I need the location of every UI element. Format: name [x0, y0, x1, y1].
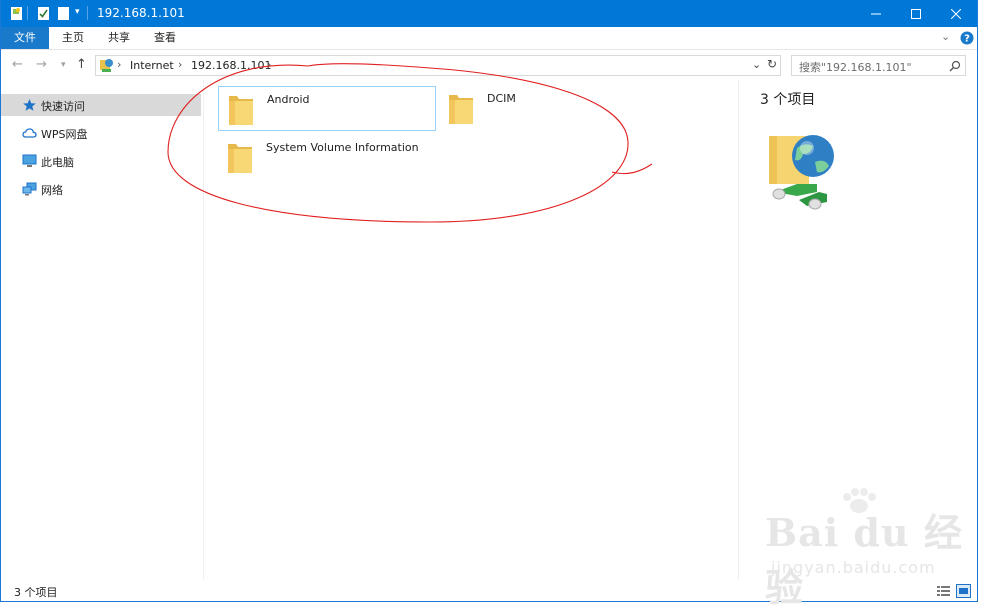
search-placeholder: 搜索"192.168.1.101" [799, 61, 912, 74]
minimize-icon [871, 13, 881, 14]
network-location-icon [100, 59, 113, 72]
window-title: 192.168.1.101 [97, 6, 185, 20]
status-item-count: 3 个项目 [14, 586, 58, 599]
ribbon-tabs: 文件 主页 共享 查看 ⌄ ? [1, 27, 977, 50]
folder-item-android[interactable]: Android [218, 86, 436, 131]
ribbon-expand-icon[interactable]: ⌄ [941, 30, 950, 43]
folder-name: DCIM [487, 92, 516, 105]
details-view-icon[interactable] [937, 586, 950, 597]
address-bar[interactable]: › Internet › 192.168.1.101 › ⌄ ↻ [95, 55, 781, 76]
nav-label: 快速访问 [41, 100, 85, 113]
network-icon [22, 182, 37, 196]
tab-view[interactable]: 查看 [145, 27, 185, 49]
star-icon [23, 99, 36, 111]
file-list: Android DCIM System Volume Information [205, 80, 737, 580]
up-button[interactable]: ↑ [76, 57, 87, 72]
navigation-pane: 快速访问 WPS网盘 此电脑 网络 [1, 80, 204, 580]
folder-icon [449, 95, 473, 124]
close-button[interactable] [939, 0, 973, 27]
explorer-window: ▾ 192.168.1.101 文件 主页 共享 查看 ⌄ ? ← → ▾ ↑ [0, 0, 978, 602]
refresh-icon[interactable]: ↻ [767, 57, 777, 71]
forward-button[interactable]: → [36, 57, 47, 72]
qat-divider [87, 6, 88, 20]
tab-file[interactable]: 文件 [1, 27, 49, 49]
cloud-icon [22, 128, 37, 138]
breadcrumb-separator-icon: › [267, 58, 272, 71]
qat-divider [27, 6, 28, 20]
tab-share[interactable]: 共享 [99, 27, 139, 49]
qat-dropdown-icon[interactable]: ▾ [75, 7, 80, 17]
tab-home[interactable]: 主页 [53, 27, 93, 49]
nav-label: 此电脑 [41, 156, 74, 169]
breadcrumb-separator-icon: › [178, 58, 183, 71]
maximize-icon [911, 8, 921, 19]
details-pane: 3 个项目 [738, 80, 977, 580]
help-icon[interactable]: ? [960, 31, 974, 45]
details-item-count: 3 个项目 [760, 92, 816, 108]
computer-icon [22, 154, 37, 167]
address-history-icon[interactable]: ⌄ [752, 58, 761, 71]
nav-item-wps-drive[interactable]: WPS网盘 [1, 122, 201, 144]
search-icon[interactable] [949, 60, 961, 72]
folder-icon [229, 96, 253, 125]
breadcrumb-separator-icon: › [117, 58, 122, 71]
folder-name: Android [267, 93, 310, 106]
app-icon [11, 7, 22, 20]
search-box[interactable]: 搜索"192.168.1.101" [791, 55, 966, 76]
status-bar: 3 个项目 [1, 580, 977, 601]
minimize-button[interactable] [859, 0, 893, 27]
navigation-row: ← → ▾ ↑ › Internet › 192.168.1.101 › ⌄ ↻… [1, 50, 977, 80]
nav-label: 网络 [41, 184, 63, 197]
folder-item-dcim[interactable]: DCIM [439, 86, 657, 131]
nav-item-quick-access[interactable]: 快速访问 [1, 94, 201, 116]
large-icons-view-icon[interactable] [956, 584, 971, 598]
nav-label: WPS网盘 [41, 128, 88, 141]
nav-item-network[interactable]: 网络 [1, 178, 201, 200]
maximize-button[interactable] [899, 0, 933, 27]
breadcrumb-internet[interactable]: Internet [130, 59, 174, 72]
folder-icon [228, 144, 252, 173]
close-icon [951, 8, 961, 19]
network-share-icon [769, 135, 834, 210]
new-folder-icon[interactable] [57, 6, 70, 21]
title-bar: ▾ 192.168.1.101 [1, 0, 977, 27]
back-button[interactable]: ← [12, 57, 23, 72]
folder-item-system-volume-information[interactable]: System Volume Information [218, 135, 436, 180]
recent-locations-icon[interactable]: ▾ [61, 60, 66, 70]
svg-text:?: ? [964, 34, 970, 45]
nav-item-this-pc[interactable]: 此电脑 [1, 150, 201, 172]
folder-name: System Volume Information [266, 141, 419, 154]
properties-icon[interactable] [37, 6, 50, 21]
breadcrumb-host[interactable]: 192.168.1.101 [191, 59, 271, 72]
